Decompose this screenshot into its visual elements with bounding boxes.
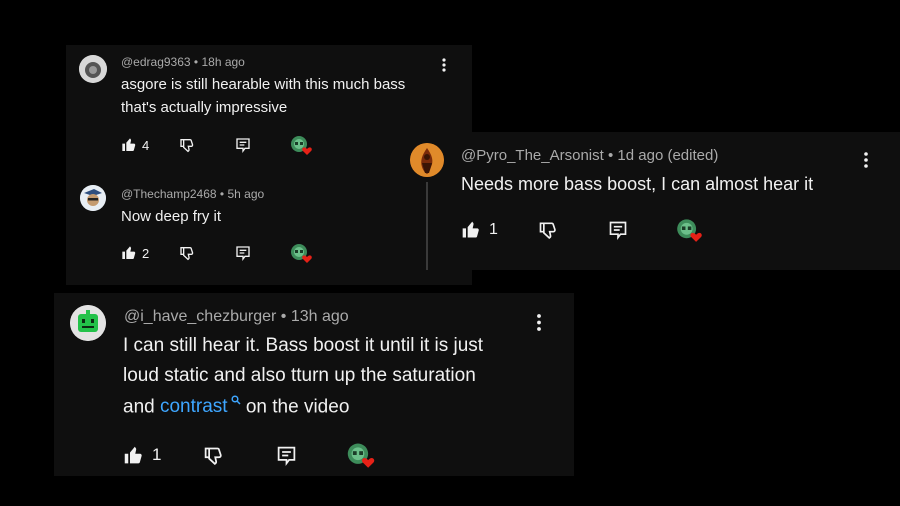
- comment-header: @i_have_chezburger • 13h ago: [124, 308, 349, 326]
- comment-actions: 4: [121, 134, 313, 156]
- comment-username[interactable]: @edrag9363: [121, 55, 191, 69]
- comment-card-3: @i_have_chezburger • 13h ago I can still…: [54, 293, 574, 476]
- search-icon: [231, 395, 241, 405]
- comment-actions: 1: [123, 441, 376, 469]
- like-button[interactable]: 2: [121, 245, 149, 261]
- creator-heart: [674, 217, 704, 243]
- like-count: 2: [142, 245, 150, 261]
- like-button[interactable]: 4: [121, 137, 149, 153]
- comment-card-2: @Pyro_The_Arsonist • 1d ago (edited) Nee…: [400, 132, 900, 270]
- thumbs-up-icon: [122, 246, 136, 259]
- thumbs-down-icon: [180, 247, 194, 261]
- thumbs-down-icon: [539, 222, 556, 239]
- thumbs-up-icon: [122, 138, 136, 151]
- comment-text-line: that's actually impressive: [121, 99, 288, 116]
- like-count: 4: [142, 137, 150, 153]
- like-button[interactable]: 1: [461, 220, 498, 240]
- search-link-label[interactable]: contrast: [160, 396, 228, 417]
- creator-heart: [289, 242, 313, 264]
- creator-heart-icon: [291, 136, 313, 155]
- comment-text-line: asgore is still hearable with this much …: [121, 76, 406, 93]
- comment-username[interactable]: @Pyro_The_Arsonist: [461, 147, 604, 164]
- like-count: 1: [489, 221, 498, 238]
- comment-text-line: and contrast on the video: [123, 395, 349, 418]
- comment-text-line: loud static and also tturn up the satura…: [123, 365, 476, 386]
- comment-time: 5h ago: [227, 187, 265, 201]
- reply-icon: [609, 221, 627, 240]
- comment-header: @Thechamp2468 • 5h ago: [121, 187, 264, 201]
- creator-heart-icon: [348, 443, 375, 468]
- reply-button[interactable]: [235, 137, 251, 153]
- reply-icon: [236, 138, 250, 153]
- comment-actions: 1: [461, 217, 704, 243]
- separator: •: [193, 55, 199, 69]
- more-vert-icon[interactable]: [864, 152, 868, 168]
- search-link[interactable]: contrast: [160, 395, 241, 417]
- creator-heart: [345, 441, 376, 469]
- reply-button[interactable]: [276, 445, 297, 466]
- reply-icon: [236, 246, 250, 261]
- reply-icon: [278, 446, 296, 466]
- separator: •: [607, 147, 614, 164]
- thumbs-up-icon: [462, 221, 479, 238]
- comment-text-line: Now deep fry it: [121, 208, 222, 225]
- comment-header: @edrag9363 • 18h ago: [121, 55, 245, 69]
- reply-button[interactable]: [235, 245, 251, 261]
- comment-actions: 2: [121, 242, 313, 264]
- comment-text-suffix: on the video: [240, 396, 350, 418]
- separator: •: [219, 187, 225, 201]
- thumbs-up-icon: [124, 446, 142, 463]
- comment-header: @Pyro_The_Arsonist • 1d ago (edited): [461, 147, 718, 164]
- reply-button[interactable]: [608, 220, 628, 240]
- avatar[interactable]: [80, 185, 106, 211]
- comment-username[interactable]: @Thechamp2468: [121, 187, 217, 201]
- comment-time: 18h ago: [201, 55, 245, 69]
- comment-text-line: I can still hear it. Bass boost it until…: [123, 335, 484, 356]
- like-count: 1: [152, 445, 162, 464]
- dislike-button[interactable]: [179, 245, 195, 261]
- thread-line: [426, 182, 428, 270]
- more-vert-icon[interactable]: [442, 58, 446, 72]
- comment-time: 13h ago: [290, 308, 349, 325]
- creator-heart-icon: [291, 244, 313, 263]
- creator-heart-icon: [677, 219, 702, 242]
- comment-username[interactable]: @i_have_chezburger: [124, 308, 276, 325]
- avatar[interactable]: [79, 55, 107, 83]
- like-button[interactable]: 1: [123, 445, 161, 466]
- comment-time: 1d ago (edited): [617, 147, 719, 164]
- separator: •: [280, 308, 287, 325]
- dislike-button[interactable]: [538, 220, 558, 240]
- more-vert-icon[interactable]: [537, 314, 541, 331]
- avatar[interactable]: [410, 143, 444, 177]
- dislike-button[interactable]: [179, 137, 195, 153]
- thumbs-down-icon: [180, 139, 194, 153]
- comment-text-line: Needs more bass boost, I can almost hear…: [461, 174, 814, 194]
- avatar[interactable]: [70, 305, 106, 341]
- thumbs-down-icon: [205, 447, 223, 465]
- dislike-button[interactable]: [203, 445, 224, 466]
- comment-text-prefix: and: [123, 396, 160, 418]
- creator-heart: [289, 134, 313, 156]
